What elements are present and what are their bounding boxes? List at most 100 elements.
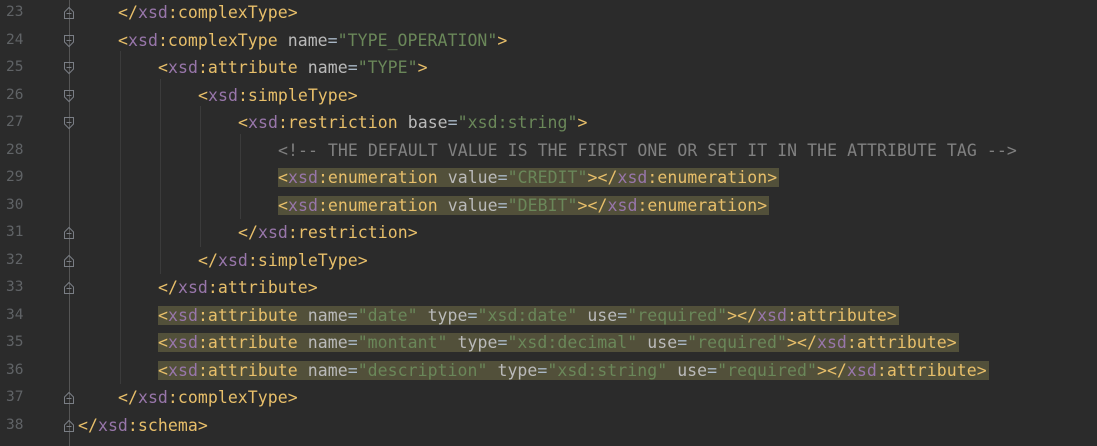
token-attr: name [307, 305, 348, 325]
token-tag: :restriction [277, 113, 408, 132]
code-text: <xsd:complexType name="TYPE_OPERATION"> [118, 27, 507, 55]
token-bracket: ></ [816, 360, 847, 380]
token-eq: = [537, 360, 548, 380]
code-content: </xsd:restriction> [238, 223, 418, 242]
code-line[interactable]: 24 <xsd:complexType name="TYPE_OPERATION"… [0, 27, 1097, 55]
token-eq: = [347, 333, 358, 352]
token-eq: = [347, 360, 358, 380]
token-attr: value [447, 168, 498, 187]
fold-collapse-icon[interactable] [62, 61, 76, 75]
highlighted-code: <xsd:attribute name="description" type="… [158, 360, 989, 380]
token-eq: = [497, 168, 508, 187]
line-number: 38 [6, 416, 24, 433]
fold-end-icon[interactable] [62, 281, 76, 295]
fold-end-icon[interactable] [62, 254, 76, 268]
token-tag: :complexType [167, 388, 288, 407]
token-attr: name [287, 30, 328, 50]
code-line[interactable]: 23 </xsd:complexType> [0, 0, 1097, 27]
fold-end-icon[interactable] [62, 391, 76, 405]
fold-collapse-icon[interactable] [62, 34, 76, 48]
token-bracket: ></ [727, 305, 758, 325]
token-tag: :enumeration [317, 195, 448, 215]
token-ns: xsd [257, 223, 288, 242]
code-text: </xsd:schema> [78, 412, 208, 440]
code-line[interactable]: 30 <xsd:enumeration value="DEBIT"></xsd:e… [0, 192, 1097, 220]
code-text: </xsd:complexType> [118, 384, 298, 412]
line-number: 23 [6, 4, 24, 20]
token-tag: :enumeration [317, 168, 448, 187]
token-bracket: > [757, 195, 768, 215]
token-bracket: > [307, 278, 318, 297]
token-eq: = [347, 305, 358, 325]
token-bracket: </ [198, 250, 218, 270]
code-content: </xsd:attribute> [158, 278, 318, 297]
code-text: </xsd:simpleType> [198, 247, 368, 275]
fold-end-icon[interactable] [62, 226, 76, 240]
code-content: </xsd:complexType> [118, 3, 298, 22]
token-tag: :attribute [197, 58, 308, 77]
token-tag: :restriction [287, 223, 408, 242]
token-tag: :complexType [167, 3, 288, 22]
code-line[interactable]: 28 <!-- THE DEFAULT VALUE IS THE FIRST ON… [0, 137, 1097, 165]
code-text: </xsd:attribute> [158, 274, 318, 302]
token-bracket: < [198, 85, 208, 105]
token-bracket: > [946, 333, 957, 352]
fold-collapse-icon[interactable] [62, 89, 76, 103]
token-bracket: > [767, 168, 778, 187]
token-bracket: > [976, 360, 987, 380]
token-tag: :enumeration [647, 168, 768, 187]
code-editor[interactable]: 23 </xsd:complexType> 24 <xsd:complexType n… [0, 0, 1097, 446]
line-number: 24 [6, 31, 24, 48]
code-content: </xsd:simpleType> [198, 251, 368, 270]
token-eq: = [347, 58, 358, 77]
fold-end-icon[interactable] [62, 419, 76, 433]
token-tag: :attribute [846, 333, 947, 352]
code-line[interactable]: 27 <xsd:restriction base="xsd:string"> [0, 109, 1097, 137]
code-line[interactable]: 37 </xsd:complexType> [0, 384, 1097, 412]
code-line[interactable]: 31 </xsd:restriction> [0, 219, 1097, 247]
code-line[interactable]: 25 <xsd:attribute name="TYPE"> [0, 54, 1097, 82]
code-text: <!-- THE DEFAULT VALUE IS THE FIRST ONE … [278, 137, 1017, 165]
line-number: 30 [6, 196, 24, 213]
token-str: "required" [627, 305, 728, 325]
token-eq: = [447, 113, 458, 132]
token-str: "DEBIT" [507, 195, 578, 215]
highlighted-code: <xsd:enumeration value="CREDIT"></xsd:en… [278, 168, 780, 187]
code-text: <xsd:attribute name="description" type="… [158, 357, 989, 385]
token-ns: xsd [207, 85, 238, 105]
code-line[interactable]: 33 </xsd:attribute> [0, 274, 1097, 302]
token-ns: xsd [816, 333, 847, 352]
code-line[interactable]: 32 </xsd:simpleType> [0, 247, 1097, 275]
code-line[interactable]: 29 <xsd:enumeration value="CREDIT"></xsd:… [0, 164, 1097, 192]
token-tag: :simpleType [237, 85, 348, 105]
code-line[interactable]: 34 <xsd:attribute name="date" type="xsd:d… [0, 302, 1097, 330]
token-ns: xsd [617, 168, 648, 187]
token-bracket: > [417, 58, 428, 77]
token-ns: xsd [137, 388, 168, 407]
token-tag: :complexType [157, 30, 288, 50]
fold-collapse-icon[interactable] [62, 116, 76, 130]
token-ns: xsd [97, 415, 128, 435]
line-number: 37 [6, 389, 24, 405]
token-bracket: </ [78, 415, 98, 435]
token-ns: xsd [167, 305, 198, 325]
token-ns: xsd [217, 250, 248, 270]
token-str: "xsd:string" [547, 360, 678, 380]
code-line[interactable]: 35 <xsd:attribute name="montant" type="xs… [0, 329, 1097, 357]
code-line[interactable]: 36 <xsd:attribute name="description" type… [0, 357, 1097, 385]
token-attr: type [457, 333, 498, 352]
token-tag: :simpleType [247, 250, 358, 270]
token-ns: xsd [137, 3, 168, 22]
token-tag: :attribute [197, 305, 308, 325]
code-line[interactable]: 26 <xsd:simpleType> [0, 82, 1097, 110]
fold-end-icon[interactable] [62, 6, 76, 20]
token-attr: name [307, 58, 348, 77]
token-eq: = [497, 195, 508, 215]
token-tag: :attribute [876, 360, 977, 380]
token-attr: use [647, 333, 678, 352]
code-line[interactable]: 38 </xsd:schema> [0, 412, 1097, 440]
token-eq: = [497, 333, 508, 352]
line-number: 25 [6, 59, 24, 75]
token-bracket: </ [238, 223, 258, 242]
token-bracket: > [197, 415, 208, 435]
